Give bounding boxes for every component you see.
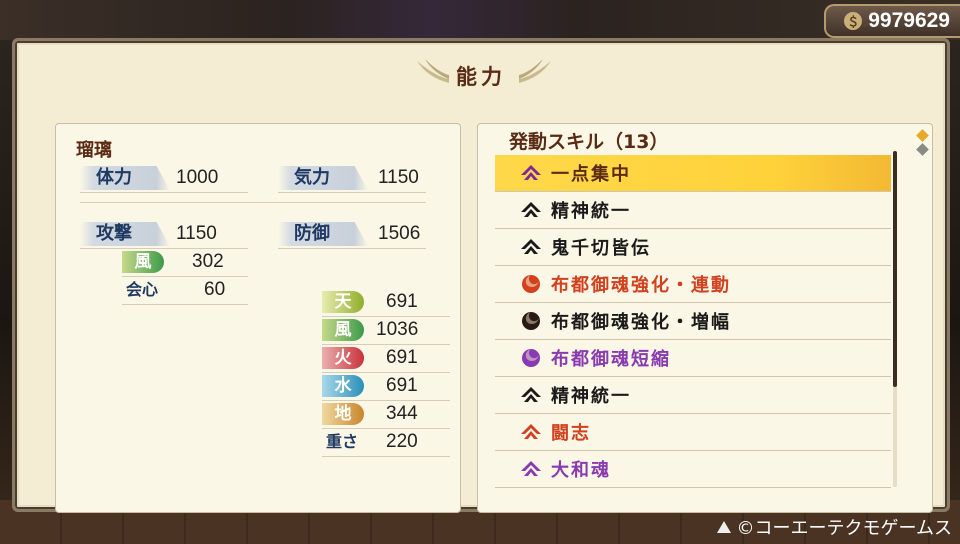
- skill-item[interactable]: 精神統一: [495, 192, 891, 229]
- tomoe-icon: [519, 272, 543, 296]
- skill-label: 布都御魂強化・増幅: [551, 312, 731, 333]
- ability-window: 能力 瑠璃 体力 1000 気力 1150 攻撃 1150 防御 1506 風 …: [12, 38, 950, 513]
- stat-value: 302: [192, 251, 224, 272]
- stat-value: 691: [386, 291, 418, 312]
- page-dot-active-icon: [915, 129, 929, 142]
- element-badge: 天: [322, 291, 364, 313]
- stat-crit: 会心 60: [122, 278, 248, 305]
- stat-value: 1506: [378, 223, 421, 244]
- stat-label: 会心: [126, 280, 159, 299]
- skills-header: 発動スキル（13）: [509, 131, 669, 153]
- copyright-text: ©コーエーテクモゲームス: [736, 518, 952, 539]
- element-badge: 地: [322, 403, 364, 425]
- skill-item[interactable]: 布都御魂強化・連動: [495, 266, 891, 303]
- scroll-thumb[interactable]: [893, 151, 897, 387]
- yatagarasu-icon: [519, 457, 543, 481]
- stat-label: 体力: [96, 167, 132, 188]
- skill-item[interactable]: 布都御魂強化・増幅: [495, 303, 891, 340]
- stat-value: 691: [386, 347, 418, 368]
- stat-ki: 気力 1150: [278, 166, 458, 193]
- stat-res-wind: 風 1036: [322, 318, 450, 345]
- stat-label: 重さ: [326, 432, 359, 451]
- element-badge: 水: [322, 375, 364, 397]
- stat-value: 1150: [378, 167, 419, 188]
- yatagarasu-icon: [519, 420, 543, 444]
- yatagarasu-icon: [519, 161, 543, 185]
- character-name: 瑠璃: [76, 140, 112, 161]
- background-scene: [0, 0, 960, 40]
- skill-item[interactable]: 鬼千切皆伝: [495, 229, 891, 266]
- stat-value: 1000: [176, 167, 219, 188]
- stat-res-earth: 地 344: [322, 402, 450, 429]
- stat-attack-element: 風 302: [122, 250, 248, 277]
- skill-scrollbar[interactable]: [893, 151, 897, 487]
- stat-value: 220: [386, 431, 418, 452]
- yatagarasu-icon: [519, 383, 543, 407]
- skill-item[interactable]: 精神統一: [495, 377, 891, 414]
- stat-defense: 防御 1506: [278, 222, 458, 249]
- stat-value: 60: [204, 279, 226, 300]
- stat-res-heaven: 天 691: [322, 290, 450, 317]
- stat-label: 防御: [294, 223, 330, 244]
- triangle-button-icon: [716, 521, 731, 533]
- stat-value: 691: [386, 375, 418, 396]
- skill-label: 精神統一: [551, 201, 631, 222]
- skill-label: 布都御魂強化・連動: [551, 275, 731, 296]
- stat-res-fire: 火 691: [322, 346, 450, 373]
- stat-res-water: 水 691: [322, 374, 450, 401]
- stat-value: 344: [386, 403, 418, 424]
- skill-item[interactable]: 一点集中: [495, 155, 891, 192]
- stat-weight: 重さ 220: [322, 430, 450, 457]
- skill-list[interactable]: 一点集中 精神統一 鬼千切皆伝 布都御魂強化・連動 布都御魂強化・増幅 布都御魂…: [495, 155, 891, 488]
- wing-ornament-right-icon: [519, 59, 551, 83]
- skill-label: 布都御魂短縮: [551, 349, 671, 370]
- tomoe-icon: [519, 346, 543, 370]
- money-display: ＄ 9979629: [824, 4, 960, 38]
- yatagarasu-icon: [519, 198, 543, 222]
- money-value: 9979629: [868, 9, 950, 32]
- stat-label: 攻撃: [96, 223, 132, 244]
- yatagarasu-icon: [519, 235, 543, 259]
- coin-icon: ＄: [844, 12, 863, 30]
- skill-label: 闘志: [551, 423, 591, 444]
- stats-panel: 瑠璃 体力 1000 気力 1150 攻撃 1150 防御 1506 風 302…: [55, 123, 461, 513]
- element-badge: 火: [322, 347, 364, 369]
- stat-label: 気力: [294, 167, 330, 188]
- stat-stamina: 体力 1000: [80, 166, 260, 193]
- stat-attack: 攻撃 1150: [80, 222, 260, 249]
- wind-element-badge: 風: [122, 251, 164, 273]
- tomoe-icon: [519, 309, 543, 333]
- skill-label: 精神統一: [551, 386, 631, 407]
- stat-value: 1150: [176, 223, 217, 244]
- copyright-notice: ©コーエーテクモゲームス: [716, 514, 952, 540]
- skill-item[interactable]: 闘志: [495, 414, 891, 451]
- element-badge: 風: [322, 319, 364, 341]
- skill-label: 大和魂: [551, 460, 611, 481]
- skill-label: 一点集中: [551, 164, 631, 185]
- stat-value: 1036: [376, 319, 419, 340]
- page-dot-icon: [915, 143, 929, 156]
- skill-item[interactable]: 大和魂: [495, 451, 891, 488]
- skill-label: 鬼千切皆伝: [551, 238, 651, 259]
- page-indicator: [915, 127, 929, 159]
- page-title: 能力: [456, 65, 506, 89]
- skill-item[interactable]: 布都御魂短縮: [495, 340, 891, 377]
